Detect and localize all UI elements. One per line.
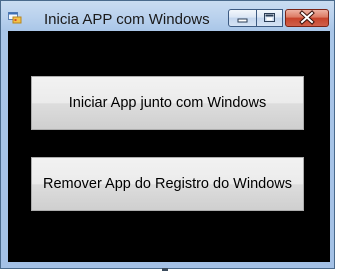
window-controls bbox=[228, 9, 331, 29]
form-client-area: Iniciar App junto com Windows Remover Ap… bbox=[8, 31, 330, 262]
close-button[interactable] bbox=[285, 9, 329, 27]
start-with-windows-button[interactable]: Iniciar App junto com Windows bbox=[31, 76, 304, 130]
maximize-button[interactable] bbox=[256, 9, 283, 27]
minimize-button[interactable] bbox=[228, 9, 257, 27]
app-form-icon bbox=[8, 11, 22, 24]
remove-from-registry-button[interactable]: Remover App do Registro do Windows bbox=[31, 157, 304, 211]
title-bar[interactable]: Inicia APP com Windows bbox=[1, 1, 334, 31]
window-title: Inicia APP com Windows bbox=[44, 11, 210, 28]
app-window: Inicia APP com Windows Iniciar App junto… bbox=[0, 0, 335, 269]
